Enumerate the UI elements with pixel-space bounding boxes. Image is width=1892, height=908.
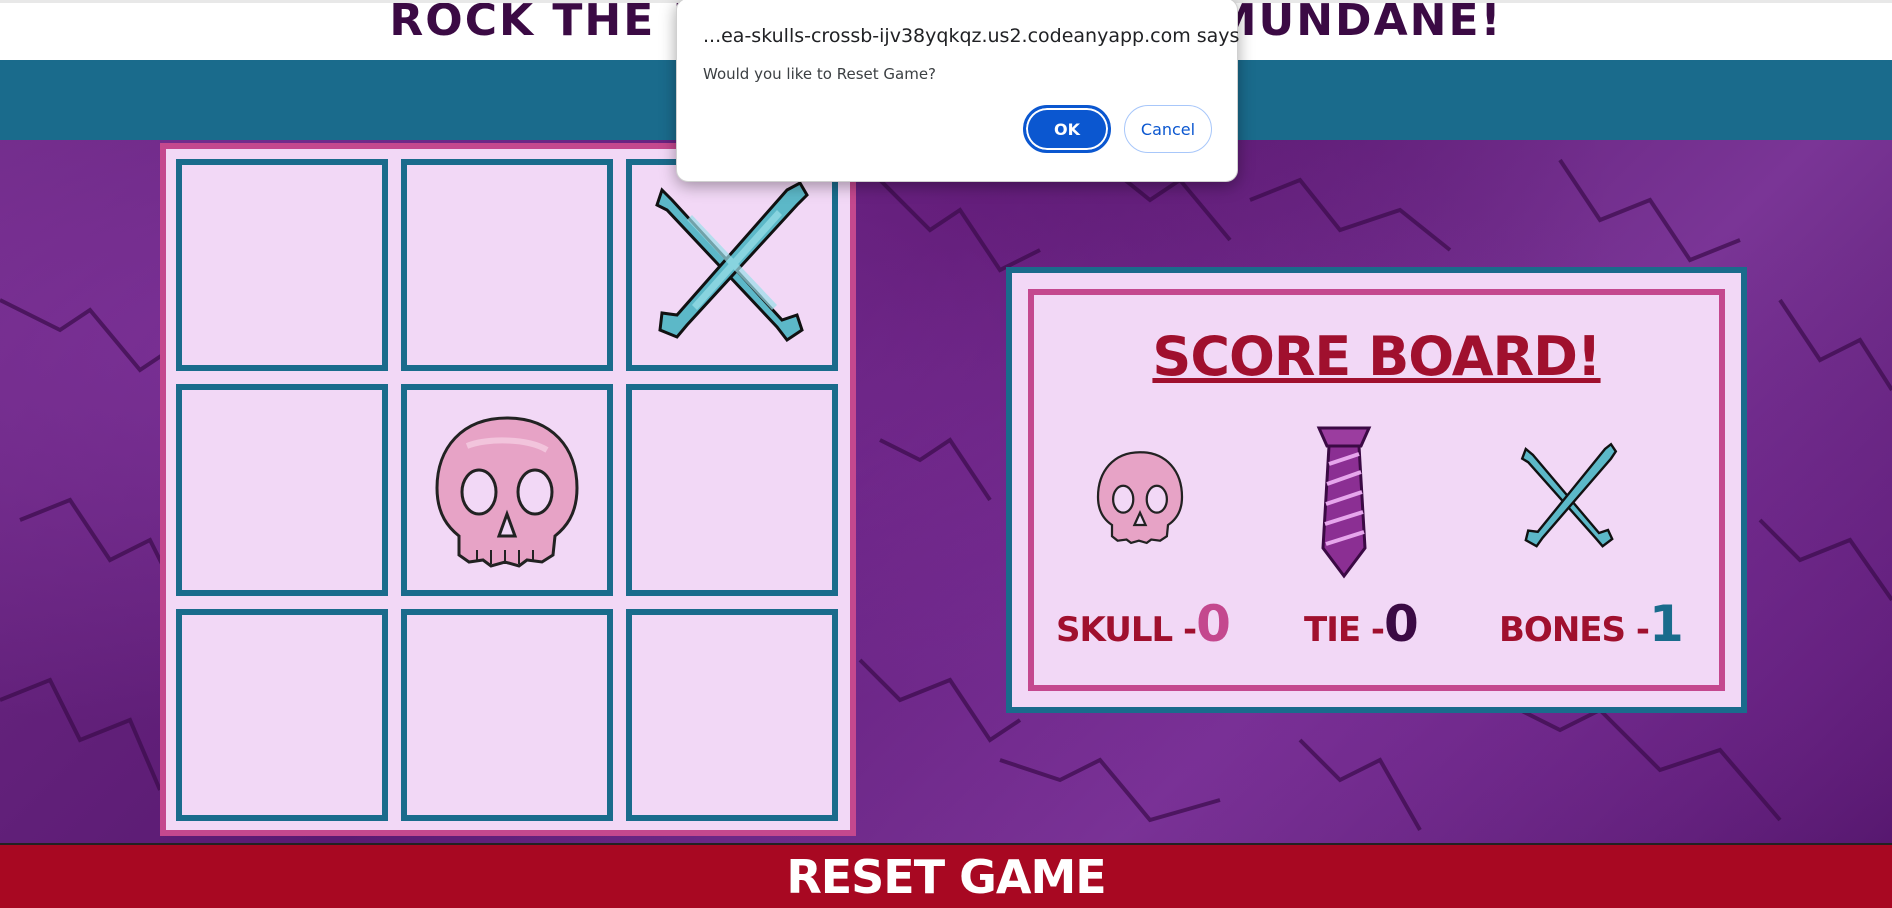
board-cell-6[interactable] xyxy=(626,384,838,596)
board-cell-4[interactable] xyxy=(176,384,388,596)
score-tie-value: 0 xyxy=(1384,595,1419,653)
score-bones-value: 1 xyxy=(1648,595,1684,653)
score-bones: BONES -1 xyxy=(1499,595,1684,653)
crossbones-icon xyxy=(1520,442,1618,548)
score-board: SCORE BOARD! SKULL -0 TIE -0 BONES -1 xyxy=(1006,267,1747,713)
skull-icon xyxy=(435,416,579,568)
score-tie-label: TIE - xyxy=(1304,610,1385,650)
cancel-button[interactable]: Cancel xyxy=(1124,105,1212,153)
score-bones-label: BONES - xyxy=(1499,610,1650,650)
reset-bar: RESET GAME xyxy=(0,843,1892,908)
crossbones-icon xyxy=(655,180,809,343)
score-tie: TIE -0 xyxy=(1304,595,1419,653)
board-cell-8[interactable] xyxy=(401,609,613,821)
score-board-inner: SCORE BOARD! SKULL -0 TIE -0 BONES -1 xyxy=(1028,289,1725,691)
dialog-origin: ...ea-skulls-crossb-ijv38yqkqz.us2.codea… xyxy=(703,25,1240,47)
board-cell-3[interactable] xyxy=(626,159,838,371)
game-board xyxy=(160,143,856,836)
score-board-title: SCORE BOARD! xyxy=(1152,325,1601,388)
score-skull-value: 0 xyxy=(1196,595,1231,653)
tie-icon xyxy=(1316,426,1372,579)
skull-icon xyxy=(1096,451,1184,545)
board-cell-9[interactable] xyxy=(626,609,838,821)
dialog-message: Would you like to Reset Game? xyxy=(703,65,937,83)
ok-button[interactable]: OK xyxy=(1023,105,1111,153)
reset-game-button[interactable]: RESET GAME xyxy=(786,850,1106,904)
score-skull-label: SKULL - xyxy=(1056,610,1197,650)
board-cell-2[interactable] xyxy=(401,159,613,371)
board-cell-1[interactable] xyxy=(176,159,388,371)
confirm-dialog: ...ea-skulls-crossb-ijv38yqkqz.us2.codea… xyxy=(676,0,1240,182)
score-skull: SKULL -0 xyxy=(1056,595,1231,653)
board-cell-5[interactable] xyxy=(401,384,613,596)
board-cell-7[interactable] xyxy=(176,609,388,821)
